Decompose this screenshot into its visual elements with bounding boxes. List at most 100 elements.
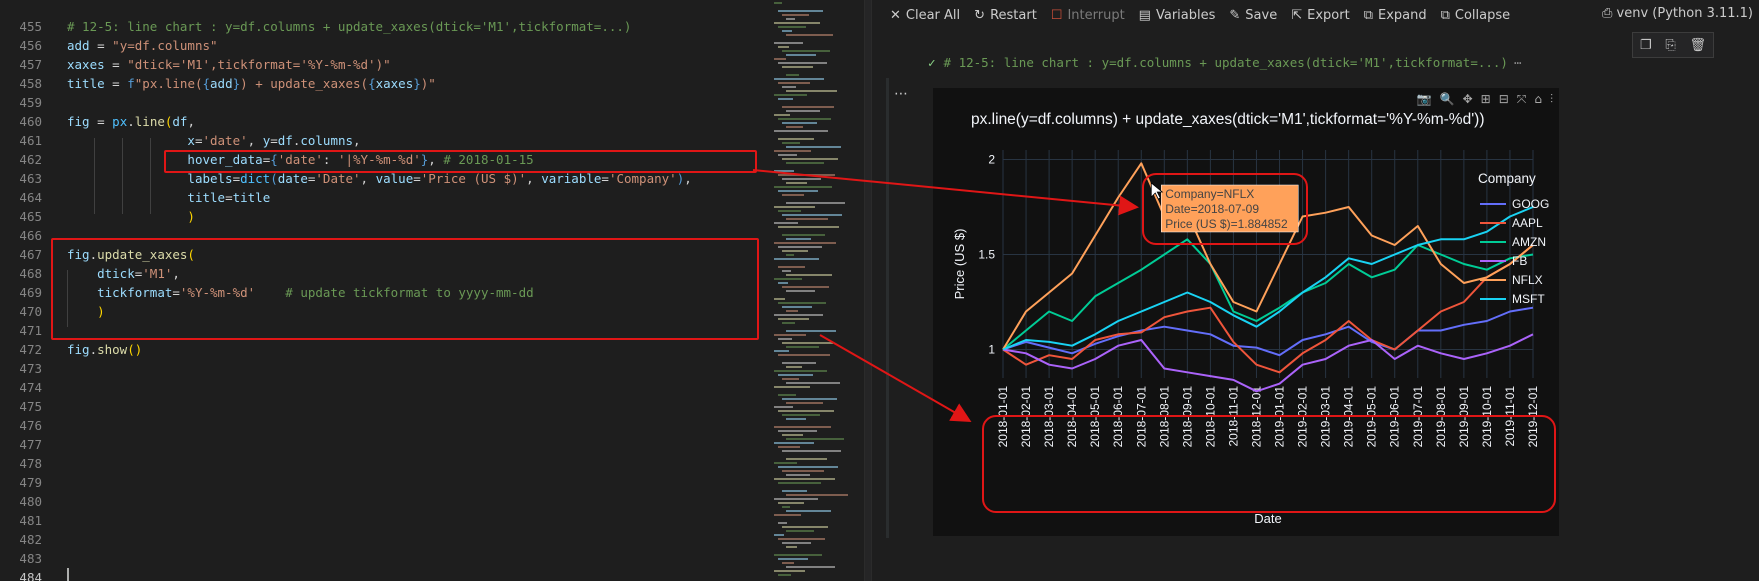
line-number: 466 [19, 228, 42, 243]
minimap-line [774, 78, 824, 80]
minimap-line [786, 146, 841, 148]
minimap-line [782, 50, 830, 52]
minimap-line [778, 190, 818, 192]
minimap-line [774, 478, 835, 480]
minimap-line [782, 470, 824, 472]
output-more-icon[interactable]: ⋯ [894, 86, 908, 102]
line-number: 479 [19, 475, 42, 490]
clear-all-button[interactable]: ✕ Clear All [890, 8, 960, 23]
minimap-line [782, 106, 834, 108]
minimap-line [786, 218, 828, 220]
minimap-line [778, 338, 792, 340]
camera-icon[interactable]: 📷 [1417, 92, 1432, 107]
minimap-line [782, 542, 811, 544]
minimap-line [774, 554, 822, 556]
close-icon: ✕ [890, 7, 901, 23]
minimap-line [786, 402, 823, 404]
code-editor[interactable]: 455 456 457 458 459 460 461 462 463 464 465 466 467 4… [0, 0, 768, 581]
minimap-line [774, 130, 828, 132]
minimap-line [774, 534, 784, 536]
legend-item: GOOG [1512, 197, 1549, 211]
minimap-line [786, 238, 811, 240]
minimap-line [774, 58, 786, 60]
restart-button[interactable]: ↻ Restart [974, 8, 1037, 23]
minimap-line [782, 398, 837, 400]
plotly-logo-icon[interactable]: ⫶ [1550, 92, 1553, 107]
collapse-button[interactable]: ⧉ Collapse [1441, 8, 1511, 23]
zoom-in-icon[interactable]: ⊞ [1481, 92, 1491, 107]
code-line[interactable]: ) [67, 207, 195, 226]
minimap-line [774, 278, 802, 280]
delete-icon[interactable]: 🗑 [1690, 38, 1707, 53]
home-icon[interactable]: ⌂ [1534, 92, 1542, 107]
minimap[interactable] [768, 0, 858, 581]
variables-icon: ▤ [1138, 7, 1151, 23]
minimap-line [782, 270, 791, 272]
cell-action-bar: ❐ ⎘ 🗑 [1632, 32, 1714, 58]
minimap-line [782, 414, 820, 416]
export-button[interactable]: ⇱ Export [1291, 8, 1349, 23]
minimap-line [782, 30, 792, 32]
zoom-icon[interactable]: 🔍 [1440, 92, 1455, 107]
minimap-line [778, 318, 809, 320]
zoom-out-icon[interactable]: ⊟ [1499, 92, 1509, 107]
line-number: 464 [19, 190, 42, 205]
y-tick-label: 2 [988, 153, 995, 167]
save-button[interactable]: ✎ Save [1229, 8, 1277, 23]
code-line[interactable]: fig.show() [67, 340, 142, 359]
minimap-line [778, 502, 804, 504]
minimap-line [778, 302, 826, 304]
line-number: 458 [19, 76, 42, 91]
code-line[interactable]: fig = px.line(df, [67, 112, 195, 131]
legend-item: MSFT [1512, 292, 1545, 306]
kernel-picker[interactable]: ⎙ venv (Python 3.11.1) [1602, 6, 1753, 21]
code-line[interactable]: add = "y=df.columns" [67, 36, 218, 55]
minimap-line [774, 386, 810, 388]
minimap-line [778, 154, 797, 156]
cell-header[interactable]: ✓ # 12-5: line chart : y=df.columns + upd… [928, 55, 1522, 70]
minimap-line [778, 394, 796, 396]
minimap-line [786, 162, 824, 164]
minimap-line [786, 254, 794, 256]
line-number: 483 [19, 551, 42, 566]
code-line[interactable]: x='date', y=df.columns, [67, 131, 360, 150]
code-line[interactable]: xaxes = "dtick='M1',tickformat='%Y-%m-%d… [67, 55, 391, 74]
minimap-line [774, 350, 789, 352]
minimap-line [786, 474, 810, 476]
minimap-line [778, 558, 808, 560]
minimap-line [782, 214, 842, 216]
minimap-line [774, 2, 782, 4]
minimap-line [778, 446, 800, 448]
minimap-line [782, 490, 807, 492]
minimap-line [782, 14, 809, 16]
expand-button[interactable]: ⧉ Expand [1364, 8, 1427, 23]
minimap-line [782, 286, 829, 288]
line-number: 471 [19, 323, 42, 338]
minimap-line [774, 426, 831, 428]
minimap-line [786, 310, 798, 312]
legend-item: NFLX [1512, 273, 1543, 287]
pane-splitter[interactable] [864, 0, 872, 581]
minimap-line [774, 370, 827, 372]
chart-title: px.line(y=df.columns) + update_xaxes(dti… [971, 111, 1485, 128]
code-line[interactable]: title = f"px.line({add}) + update_xaxes(… [67, 74, 436, 93]
minimap-line [786, 182, 807, 184]
minimap-line [774, 298, 785, 300]
goto-code-icon[interactable]: ⎘ [1665, 38, 1675, 53]
code-line[interactable]: title=title [67, 188, 270, 207]
minimap-line [786, 438, 844, 440]
copy-icon[interactable]: ❐ [1640, 38, 1652, 53]
minimap-line [774, 42, 803, 44]
autoscale-icon[interactable]: ⤧ [1517, 92, 1527, 107]
interrupt-button[interactable]: ☐ Interrupt [1051, 8, 1125, 23]
highlight-box-xaxis [982, 415, 1556, 513]
minimap-line [782, 526, 828, 528]
code-line[interactable]: # 12-5: line chart : y=df.columns + upda… [67, 17, 631, 36]
pan-icon[interactable]: ✥ [1463, 92, 1473, 107]
stop-icon: ☐ [1050, 7, 1063, 23]
minimap-line [786, 274, 832, 276]
minimap-line [786, 546, 797, 548]
minimap-line [774, 334, 806, 336]
variables-button[interactable]: ▤ Variables [1139, 8, 1216, 23]
collapse-icon: ⧉ [1440, 7, 1450, 23]
